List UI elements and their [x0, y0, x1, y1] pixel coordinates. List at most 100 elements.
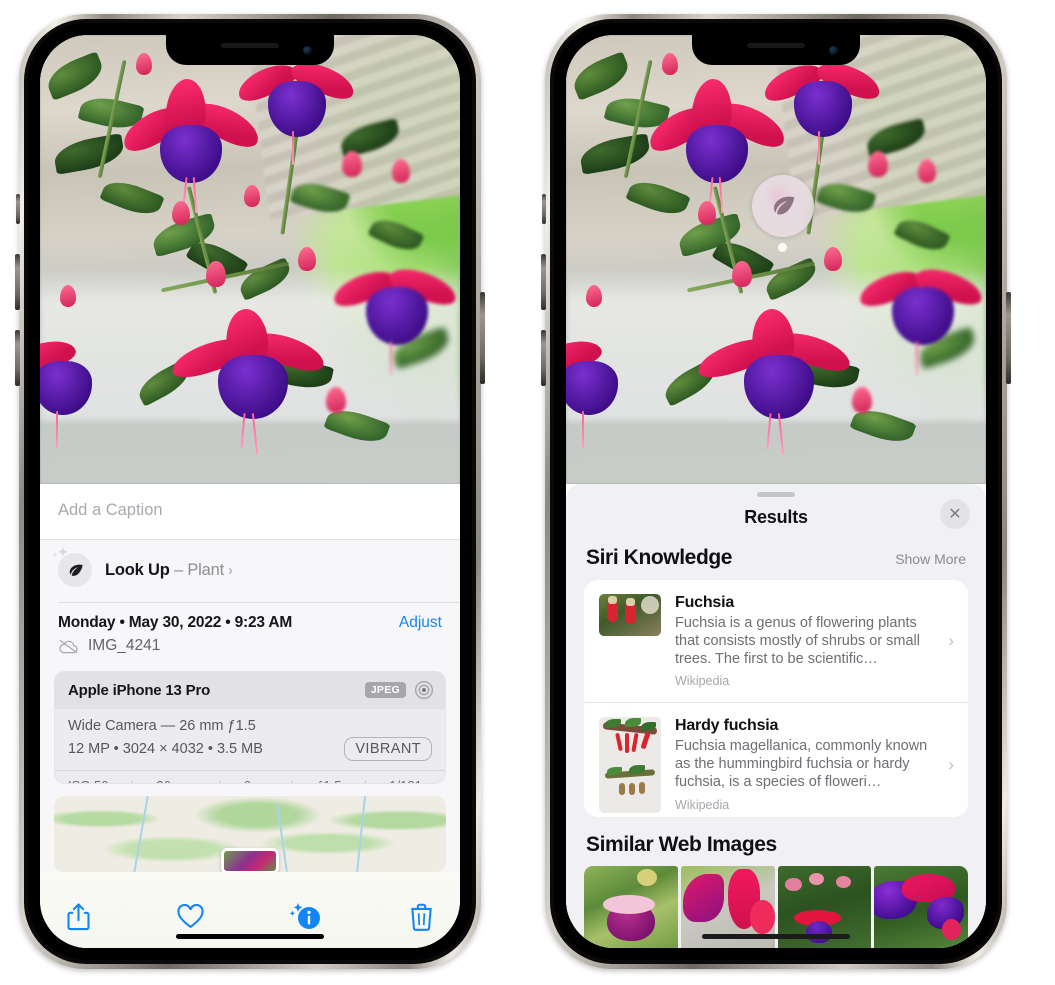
earpiece-speaker: [747, 43, 805, 48]
look-up-row[interactable]: Look Up – Plant ›: [40, 540, 460, 602]
thumb-flower: [631, 732, 639, 753]
corolla: [160, 125, 222, 183]
silent-switch[interactable]: [16, 194, 20, 224]
power-button[interactable]: [480, 292, 485, 384]
similar-image[interactable]: [584, 865, 678, 948]
photo-viewer[interactable]: [566, 35, 986, 484]
look-up-text: Look Up: [105, 560, 170, 579]
close-button[interactable]: ✕: [940, 498, 970, 529]
fuchsia-flower: [693, 297, 856, 455]
phone-left: Add a Caption Look Up – Plant › Monday •…: [15, 14, 485, 969]
knowledge-item-fuchsia[interactable]: Fuchsia Fuchsia is a genus of flowering …: [584, 580, 968, 702]
heart-icon: [177, 904, 204, 929]
results-sheet: Results ✕ Siri Knowledge Show More Fuchs…: [566, 484, 986, 948]
corolla: [40, 361, 92, 415]
thumb-seed: [629, 783, 635, 796]
separator: |: [364, 778, 367, 782]
home-indicator[interactable]: [702, 934, 850, 939]
share-icon: [67, 903, 90, 931]
map-photo-pin[interactable]: [221, 848, 279, 873]
photo-date: Monday • May 30, 2022 • 9:23 AM: [58, 614, 293, 632]
exif-header: Apple iPhone 13 Pro JPEG: [55, 672, 445, 710]
phone-screen-right: Results ✕ Siri Knowledge Show More Fuchs…: [566, 35, 986, 948]
similar-bud: [785, 877, 802, 892]
stamen: [292, 131, 294, 165]
flower-bud: [586, 285, 602, 307]
caption-input[interactable]: Add a Caption: [40, 484, 460, 540]
power-button[interactable]: [1006, 292, 1011, 384]
flower-bud: [136, 53, 152, 75]
flower-bud: [206, 261, 226, 287]
photo-info-sheet: Add a Caption Look Up – Plant › Monday •…: [40, 484, 460, 948]
setting-shutter-speed: 1/181 s: [389, 778, 432, 782]
thumb-flower: [640, 731, 651, 750]
photo-style-badge: VIBRANT: [344, 737, 432, 762]
map-road: [355, 795, 366, 873]
exif-specs-row: 12 MP • 3024 × 4032 • 3.5 MB VIBRANT: [68, 737, 432, 762]
exif-body: Wide Camera — 26 mm ƒ1.5 12 MP • 3024 × …: [55, 709, 445, 770]
knowledge-item-hardy-fuchsia[interactable]: Hardy fuchsia Fuchsia magellanica, commo…: [584, 702, 968, 816]
flower-bud: [298, 247, 316, 271]
similar-image[interactable]: [874, 865, 968, 948]
metadata-date-row: Monday • May 30, 2022 • 9:23 AM Adjust: [58, 614, 442, 632]
stamen: [390, 341, 392, 375]
exif-card[interactable]: Apple iPhone 13 Pro JPEG Wide Camera — 2…: [54, 671, 446, 784]
home-indicator[interactable]: [176, 934, 324, 939]
corolla: [794, 81, 852, 137]
format-badge: JPEG: [364, 682, 406, 699]
volume-down-button[interactable]: [541, 330, 546, 386]
separator: |: [218, 778, 221, 782]
fuchsia-flower: [40, 317, 126, 449]
photo-filename: IMG_4241: [88, 637, 161, 655]
chevron-right-icon: ›: [948, 755, 954, 775]
fuchsia-flower: [329, 241, 460, 375]
lens-info: Wide Camera — 26 mm ƒ1.5: [68, 718, 256, 735]
similar-flower: [682, 874, 724, 923]
thumb-flower: [615, 732, 623, 752]
trash-icon: [411, 903, 432, 932]
similar-bud: [636, 869, 658, 887]
share-button[interactable]: [66, 902, 91, 932]
adjust-button[interactable]: Adjust: [399, 614, 442, 632]
info-button[interactable]: [289, 902, 323, 932]
fuchsia-flower: [566, 317, 652, 449]
screenshot-stage: Add a Caption Look Up – Plant › Monday •…: [0, 0, 1055, 985]
phone-bezel: Results ✕ Siri Knowledge Show More Fuchs…: [554, 23, 998, 960]
flower-bud: [918, 159, 936, 183]
fuchsia-flower: [167, 297, 330, 455]
similar-bud: [835, 875, 851, 888]
thumbnail-image: [599, 593, 661, 636]
earpiece-speaker: [221, 43, 279, 48]
setting-iso: ISO 50: [68, 778, 108, 782]
thumb-flower-top: [626, 597, 635, 606]
volume-up-button[interactable]: [541, 254, 546, 310]
notch: [166, 35, 334, 65]
leaf-icon: [773, 196, 795, 215]
metadata-file-row: IMG_4241: [58, 637, 442, 655]
visual-lookup-badge[interactable]: [752, 175, 814, 253]
silent-switch[interactable]: [542, 194, 546, 224]
favorite-button[interactable]: [177, 904, 204, 930]
flower-bud: [698, 201, 716, 225]
flower-bud: [342, 151, 362, 177]
delete-button[interactable]: [409, 903, 434, 932]
volume-up-button[interactable]: [15, 254, 20, 310]
show-more-button[interactable]: Show More: [895, 551, 966, 567]
knowledge-description: Fuchsia is a genus of flowering plants t…: [675, 614, 920, 668]
stamen: [818, 131, 820, 165]
corolla: [566, 361, 618, 415]
knowledge-source: Wikipedia: [675, 674, 730, 689]
notch: [692, 35, 860, 65]
knowledge-title: Hardy fuchsia: [675, 717, 779, 735]
location-map[interactable]: [54, 795, 446, 873]
similar-flower: [750, 900, 775, 935]
aperture-icon: [415, 681, 433, 700]
similar-bud: [941, 918, 961, 940]
chevron-right-icon: ›: [227, 561, 233, 579]
front-camera: [303, 46, 312, 55]
stamen: [916, 341, 918, 375]
separator: |: [131, 778, 134, 782]
corolla: [268, 81, 326, 137]
photo-viewer[interactable]: [40, 35, 460, 484]
volume-down-button[interactable]: [15, 330, 20, 386]
